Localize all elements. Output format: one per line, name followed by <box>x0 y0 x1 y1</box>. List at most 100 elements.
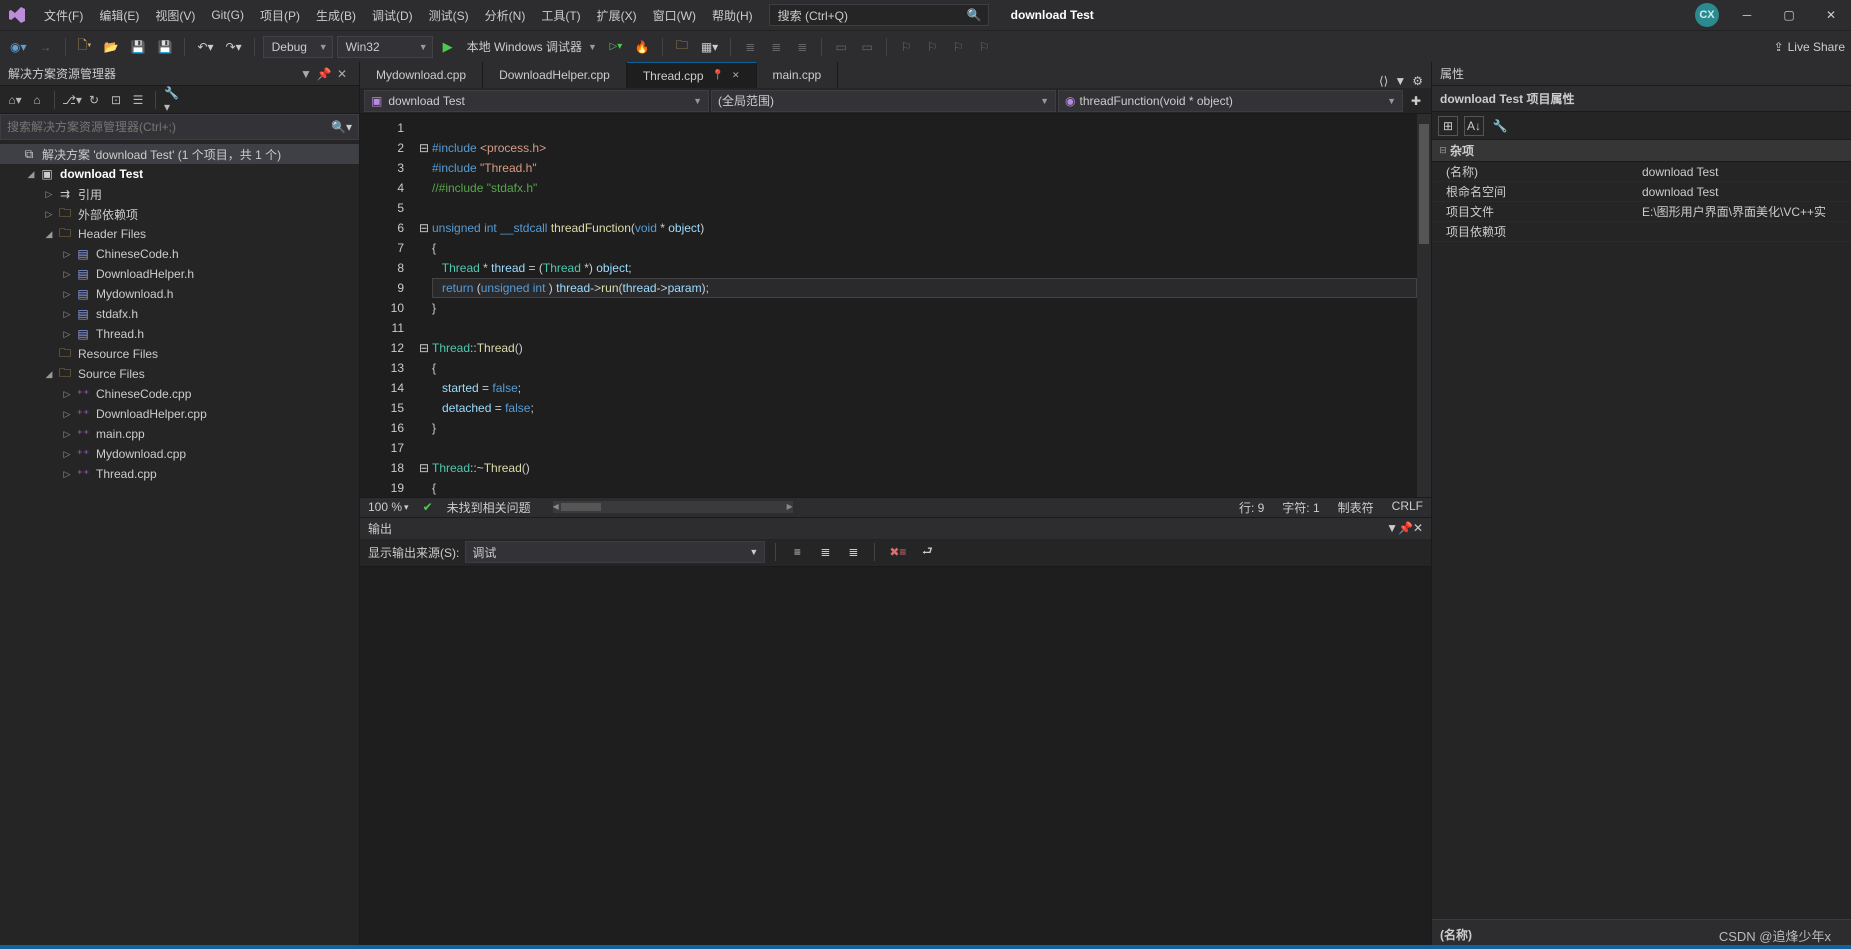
pin-icon[interactable]: 📍 <box>712 70 724 81</box>
minimize-button[interactable]: ─ <box>1733 5 1761 25</box>
tree-node[interactable]: ▷⁺⁺ChineseCode.cpp <box>0 384 359 404</box>
menu-item[interactable]: 视图(V) <box>147 3 203 28</box>
branch-icon[interactable]: ⎇▾ <box>63 91 81 109</box>
property-row[interactable]: 项目依赖项 <box>1432 222 1851 242</box>
output-tool1-icon[interactable]: ≡ <box>786 541 808 563</box>
hot-reload-icon[interactable]: 🔥 <box>631 36 654 58</box>
solution-tree[interactable]: ⧉解决方案 'download Test' (1 个项目，共 1 个)◢▣dow… <box>0 140 359 949</box>
eol-mode[interactable]: CRLF <box>1392 499 1423 516</box>
solution-search-input[interactable] <box>7 120 331 134</box>
output-content[interactable] <box>360 567 1431 949</box>
user-avatar[interactable]: CX <box>1695 3 1719 27</box>
dropdown-icon[interactable]: ▼ <box>297 67 315 81</box>
menu-item[interactable]: 扩展(X) <box>589 3 645 28</box>
editor-tab[interactable]: Thread.cpp📍✕ <box>627 62 757 88</box>
property-row[interactable]: 根命名空间download Test <box>1432 182 1851 202</box>
tree-node[interactable]: ▷⁺⁺Thread.cpp <box>0 464 359 484</box>
menu-item[interactable]: 项目(P) <box>252 3 308 28</box>
no-issues-label[interactable]: 未找到相关问题 <box>447 499 531 516</box>
nav-project-combo[interactable]: ▣download Test▼ <box>364 90 709 112</box>
debug-target-combo[interactable]: 本地 Windows 调试器▼ <box>463 36 601 58</box>
close-output-icon[interactable]: ✕ <box>1413 521 1423 535</box>
tree-node[interactable]: ▷⁺⁺main.cpp <box>0 424 359 444</box>
tab-dropdown-icon[interactable]: ▼ <box>1394 74 1406 88</box>
close-panel-icon[interactable]: ✕ <box>333 67 351 81</box>
gear-icon[interactable]: ⚙ <box>1412 74 1423 88</box>
code-editor[interactable]: 1234567891011121314151617181920212223242… <box>360 114 1431 497</box>
property-row[interactable]: 项目文件E:\图形用户界面\界面美化\VC++实 <box>1432 202 1851 222</box>
tree-node[interactable]: ▷▤Mydownload.h <box>0 284 359 304</box>
menu-item[interactable]: 工具(T) <box>533 3 588 28</box>
categorize-icon[interactable]: ⊞ <box>1438 116 1458 136</box>
split-editor-button[interactable]: ✚ <box>1405 94 1427 108</box>
output-tool3-icon[interactable]: ≣ <box>842 541 864 563</box>
editor-tab[interactable]: main.cpp <box>757 62 839 88</box>
redo-button[interactable]: ↷▾ <box>222 36 246 58</box>
collapse-icon[interactable]: ⊟ <box>1436 145 1450 156</box>
zoom-level[interactable]: 100 %▾ <box>368 500 409 514</box>
code-content[interactable]: #include <process.h>#include "Thread.h"/… <box>432 114 1417 497</box>
horizontal-scrollbar[interactable]: ◂▸ <box>553 501 793 513</box>
tree-node[interactable]: ▷⁺⁺Mydownload.cpp <box>0 444 359 464</box>
property-grid[interactable]: (名称)download Test根命名空间download Test项目文件E… <box>1432 162 1851 919</box>
home-icon[interactable]: ⌂▾ <box>6 91 24 109</box>
tree-node[interactable]: ◢🗀Source Files <box>0 364 359 384</box>
nav-scope-combo[interactable]: (全局范围)▼ <box>711 90 1056 112</box>
nav-back-button[interactable]: ◉▾ <box>6 36 31 58</box>
dropdown-icon[interactable]: ▼ <box>1386 521 1398 535</box>
wrench-icon[interactable]: 🔧▾ <box>164 91 182 109</box>
start-debug-button[interactable]: ▶ <box>437 36 459 58</box>
menu-search-box[interactable]: 搜索 (Ctrl+Q) 🔍 <box>769 4 989 26</box>
menu-item[interactable]: 测试(S) <box>421 3 477 28</box>
configuration-combo[interactable]: Debug▼ <box>263 36 333 58</box>
save-button[interactable]: 💾 <box>127 36 150 58</box>
menu-item[interactable]: 帮助(H) <box>704 3 761 28</box>
indent-mode[interactable]: 制表符 <box>1338 499 1374 516</box>
pin-icon[interactable]: 📌 <box>1398 521 1413 535</box>
platform-combo[interactable]: Win32▼ <box>337 36 433 58</box>
tree-node[interactable]: ▷▤stdafx.h <box>0 304 359 324</box>
tree-node[interactable]: ▷⁺⁺DownloadHelper.cpp <box>0 404 359 424</box>
menu-item[interactable]: 编辑(E) <box>91 3 147 28</box>
tree-node[interactable]: ▷▤Thread.h <box>0 324 359 344</box>
output-wrap-icon[interactable]: ⮐ <box>916 541 938 563</box>
menu-item[interactable]: 分析(N) <box>477 3 534 28</box>
start-nodebug-button[interactable]: ▷▾ <box>605 36 627 58</box>
pin-icon[interactable]: 📌 <box>315 67 333 81</box>
tree-node[interactable]: ▷🗀外部依赖项 <box>0 204 359 224</box>
tree-node[interactable]: ⧉解决方案 'download Test' (1 个项目，共 1 个) <box>0 144 359 164</box>
property-row[interactable]: (名称)download Test <box>1432 162 1851 182</box>
collapse-icon[interactable]: ☰ <box>129 91 147 109</box>
char-col[interactable]: 字符: 1 <box>1282 499 1319 516</box>
menu-item[interactable]: 生成(B) <box>308 3 364 28</box>
wrench-icon[interactable]: 🔧 <box>1490 116 1510 136</box>
tree-node[interactable]: ◢🗀Header Files <box>0 224 359 244</box>
editor-tab[interactable]: Mydownload.cpp <box>360 62 483 88</box>
filter-icon[interactable]: ⊡ <box>107 91 125 109</box>
new-item-button[interactable]: 🗋▾ <box>74 36 96 58</box>
output-source-combo[interactable]: 调试▼ <box>465 541 765 563</box>
undo-button[interactable]: ↶▾ <box>193 36 217 58</box>
save-all-button[interactable]: 💾 <box>154 36 177 58</box>
tree-node[interactable]: ▷▤DownloadHelper.h <box>0 264 359 284</box>
line-col[interactable]: 行: 9 <box>1239 499 1264 516</box>
solution-search[interactable]: 🔍▾ <box>0 114 359 140</box>
tree-node[interactable]: ▷▤ChineseCode.h <box>0 244 359 264</box>
editor-tab[interactable]: DownloadHelper.cpp <box>483 62 627 88</box>
vertical-scrollbar[interactable] <box>1417 114 1431 497</box>
home2-icon[interactable]: ⌂ <box>28 91 46 109</box>
browse-button[interactable]: 🗀 <box>671 36 693 58</box>
nav-forward-button[interactable]: → <box>35 36 57 58</box>
alpha-sort-icon[interactable]: A↓ <box>1464 116 1484 136</box>
output-tool2-icon[interactable]: ≣ <box>814 541 836 563</box>
menu-item[interactable]: 调试(D) <box>364 3 421 28</box>
property-group-header[interactable]: ⊟ 杂项 <box>1432 140 1851 162</box>
open-button[interactable]: 📂 <box>100 36 123 58</box>
output-clear-icon[interactable]: ✖≡ <box>885 541 910 563</box>
tree-node[interactable]: 🗀Resource Files <box>0 344 359 364</box>
maximize-button[interactable]: ▢ <box>1775 5 1803 25</box>
fold-gutter[interactable]: ⊟⊟⊟⊟⊟⊟⊟ <box>416 114 432 497</box>
live-share-button[interactable]: ⇪ Live Share <box>1774 40 1845 54</box>
toolbox-button[interactable]: ▦▾ <box>697 36 722 58</box>
sync-icon[interactable]: ↻ <box>85 91 103 109</box>
